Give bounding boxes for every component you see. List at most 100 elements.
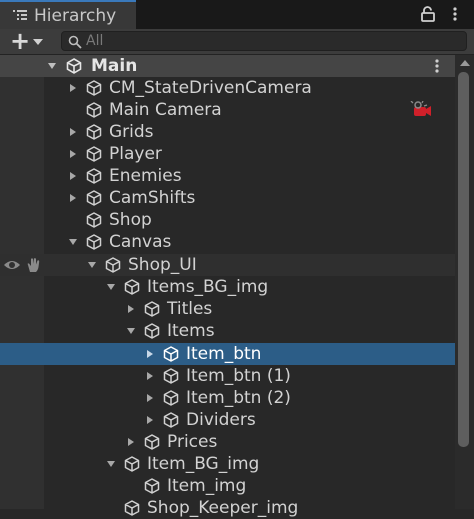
gameobject-cube-icon: [86, 212, 102, 228]
expanded-arrow-icon[interactable]: [106, 282, 116, 292]
gameobject-cube-icon: [105, 257, 121, 273]
expanded-arrow-icon[interactable]: [68, 237, 78, 247]
tree-row-label: Dividers: [186, 410, 256, 430]
collapsed-arrow-icon[interactable]: [68, 171, 78, 181]
gameobject-cube-icon: [163, 346, 179, 362]
create-dropdown-button[interactable]: +: [6, 27, 46, 55]
lock-icon[interactable]: [421, 6, 435, 22]
gameobject-cube-icon: [144, 301, 160, 317]
tree-row-shop-keeper-img[interactable]: Shop_Keeper_img: [0, 497, 455, 519]
scene-row-main[interactable]: Main: [0, 55, 455, 77]
tree-row-item-btn-1[interactable]: Item_btn (1): [0, 365, 455, 387]
collapsed-arrow-icon[interactable]: [145, 393, 155, 403]
tree-row-camshifts[interactable]: CamShifts: [0, 187, 455, 209]
tree-row-label: Shop: [109, 210, 152, 230]
expanded-arrow-icon[interactable]: [47, 61, 57, 71]
scroll-up-arrow-icon[interactable]: [460, 60, 470, 66]
gameobject-cube-icon: [163, 412, 179, 428]
tree-row-shop-ui[interactable]: Shop_UI: [0, 254, 455, 276]
collapsed-arrow-icon[interactable]: [145, 415, 155, 425]
tree-row-prices[interactable]: Prices: [0, 431, 455, 453]
search-icon: [68, 35, 82, 49]
plus-icon: +: [10, 27, 31, 55]
tree-row-titles[interactable]: Titles: [0, 298, 455, 320]
tree-row-label: Titles: [167, 299, 213, 319]
chevron-down-icon: [33, 39, 43, 45]
tree-row-label: Items: [167, 321, 215, 341]
collapsed-arrow-icon[interactable]: [145, 349, 155, 359]
tree-row-shop[interactable]: Shop: [0, 209, 455, 231]
tree-row-label: Grids: [109, 122, 154, 142]
tree-row-items-bg-img[interactable]: Items_BG_img: [0, 276, 455, 298]
gameobject-cube-icon: [163, 368, 179, 384]
tree-row-grids[interactable]: Grids: [0, 121, 455, 143]
tree-row-label: Item_BG_img: [147, 454, 260, 474]
hand-icon[interactable]: [25, 257, 43, 273]
gameobject-cube-icon: [86, 102, 102, 118]
expanded-arrow-icon[interactable]: [87, 260, 97, 270]
tree-row-label: Items_BG_img: [147, 277, 269, 297]
tree-row-label: CamShifts: [109, 188, 196, 208]
camera-gizmo-icon[interactable]: [410, 101, 432, 119]
tree-row-label: Item_btn: [186, 344, 262, 364]
tab-bar: Hierarchy: [0, 0, 474, 29]
collapsed-arrow-icon[interactable]: [68, 83, 78, 93]
gameobject-cube-icon: [144, 434, 160, 450]
gameobject-cube-icon: [163, 390, 179, 406]
tree-row-label: Item_btn (1): [186, 366, 291, 386]
gameobject-cube-icon: [124, 456, 140, 472]
tree-row-label: Player: [109, 144, 162, 164]
tree-row-item-btn-2[interactable]: Item_btn (2): [0, 387, 455, 409]
gameobject-cube-icon: [86, 190, 102, 206]
collapsed-arrow-icon[interactable]: [126, 437, 136, 447]
hierarchy-tree: Main CM_StateDrivenCamera Main Camera Gr…: [0, 55, 455, 518]
collapsed-arrow-icon[interactable]: [68, 127, 78, 137]
collapsed-arrow-icon[interactable]: [126, 304, 136, 314]
hierarchy-toolbar: +: [0, 27, 474, 55]
search-input[interactable]: [86, 32, 456, 50]
tree-row-items[interactable]: Items: [0, 320, 455, 342]
collapsed-arrow-icon[interactable]: [68, 149, 78, 159]
eye-icon[interactable]: [3, 258, 21, 272]
tree-row-label: Shop_Keeper_img: [147, 498, 299, 518]
tree-row-label: Item_btn (2): [186, 388, 291, 408]
collapsed-arrow-icon[interactable]: [145, 371, 155, 381]
tree-row-label: Prices: [167, 432, 218, 452]
tree-row-dividers[interactable]: Dividers: [0, 409, 455, 431]
tree-row-label: Shop_UI: [128, 255, 197, 275]
tree-row-cm-statedrivencamera[interactable]: CM_StateDrivenCamera: [0, 77, 455, 99]
gameobject-cube-icon: [86, 234, 102, 250]
expanded-arrow-icon[interactable]: [126, 326, 136, 336]
search-field[interactable]: [61, 31, 467, 51]
collapsed-arrow-icon[interactable]: [68, 193, 78, 203]
gameobject-cube-icon: [86, 146, 102, 162]
tree-row-item-img[interactable]: Item_img: [0, 475, 455, 497]
unity-logo-icon: [66, 58, 82, 74]
scene-menu-icon[interactable]: [434, 58, 440, 74]
tree-row-label: CM_StateDrivenCamera: [109, 78, 312, 98]
scroll-thumb[interactable]: [458, 72, 469, 447]
gameobject-cube-icon: [86, 124, 102, 140]
tree-row-item-btn[interactable]: Item_btn: [0, 343, 455, 365]
vertical-scrollbar[interactable]: [455, 55, 474, 509]
tab-hierarchy[interactable]: Hierarchy: [0, 0, 136, 29]
tree-row-label: Canvas: [109, 232, 172, 252]
expanded-arrow-icon[interactable]: [106, 459, 116, 469]
gameobject-cube-icon: [124, 500, 140, 516]
gameobject-cube-icon: [86, 168, 102, 184]
panel-title: Hierarchy: [34, 6, 117, 26]
tree-row-label: Enemies: [109, 166, 182, 186]
gameobject-cube-icon: [124, 279, 140, 295]
kebab-menu-icon[interactable]: [452, 6, 458, 22]
gameobject-cube-icon: [144, 478, 160, 494]
tree-row-item-bg-img[interactable]: Item_BG_img: [0, 453, 455, 475]
tree-row-player[interactable]: Player: [0, 143, 455, 165]
tree-row-label: Item_img: [167, 476, 247, 496]
tree-row-main-camera[interactable]: Main Camera: [0, 99, 455, 121]
tree-row-label: Main Camera: [109, 100, 222, 120]
tree-row-canvas[interactable]: Canvas: [0, 231, 455, 253]
gameobject-cube-icon: [144, 323, 160, 339]
gameobject-cube-icon: [86, 80, 102, 96]
tree-row-enemies[interactable]: Enemies: [0, 165, 455, 187]
scene-name: Main: [91, 56, 138, 76]
